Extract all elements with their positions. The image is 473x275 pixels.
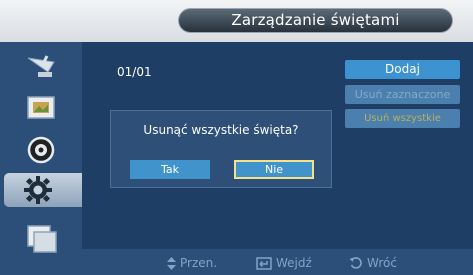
page-title: Zarządzanie świętami bbox=[178, 8, 453, 33]
hint-enter: Wejdź bbox=[256, 256, 312, 270]
hint-enter-label: Wejdź bbox=[276, 256, 312, 270]
picture-icon bbox=[27, 96, 55, 119]
no-button[interactable]: Nie bbox=[234, 160, 314, 179]
sidebar-item-picture[interactable] bbox=[14, 91, 68, 125]
confirm-dialog: Usunąć wszystkie święta? Tak Nie bbox=[110, 110, 332, 188]
sidebar bbox=[0, 42, 82, 275]
dialog-message: Usunąć wszystkie święta? bbox=[143, 123, 299, 137]
sidebar-item-sound[interactable] bbox=[14, 133, 68, 167]
up-down-arrow-icon bbox=[167, 256, 176, 270]
add-button[interactable]: Dodaj bbox=[345, 60, 460, 79]
multi-display-icon bbox=[27, 225, 57, 253]
sound-icon bbox=[27, 136, 55, 164]
sidebar-item-multicontrol[interactable] bbox=[14, 221, 68, 255]
osd-screen: Zarządzanie świętami 01/01 Dodaj Usuń za… bbox=[0, 0, 473, 275]
sidebar-item-input[interactable] bbox=[14, 49, 68, 83]
header-bar: Zarządzanie świętami bbox=[0, 0, 473, 42]
satellite-dish-icon bbox=[27, 55, 55, 77]
remove-selected-button[interactable]: Usuń zaznaczone bbox=[345, 85, 460, 104]
page-counter: 01/01 bbox=[117, 65, 152, 79]
yes-button[interactable]: Tak bbox=[130, 160, 210, 179]
sidebar-item-setup[interactable] bbox=[4, 173, 82, 207]
remove-all-button[interactable]: Usuń wszystkie bbox=[345, 109, 460, 128]
settings-gear-icon bbox=[24, 176, 52, 204]
hint-back: Wróć bbox=[349, 256, 397, 270]
enter-icon bbox=[256, 256, 272, 270]
return-icon bbox=[349, 257, 362, 269]
hint-move-label: Przen. bbox=[180, 256, 218, 270]
hint-back-label: Wróć bbox=[367, 256, 397, 270]
hint-move: Przen. bbox=[167, 256, 217, 270]
